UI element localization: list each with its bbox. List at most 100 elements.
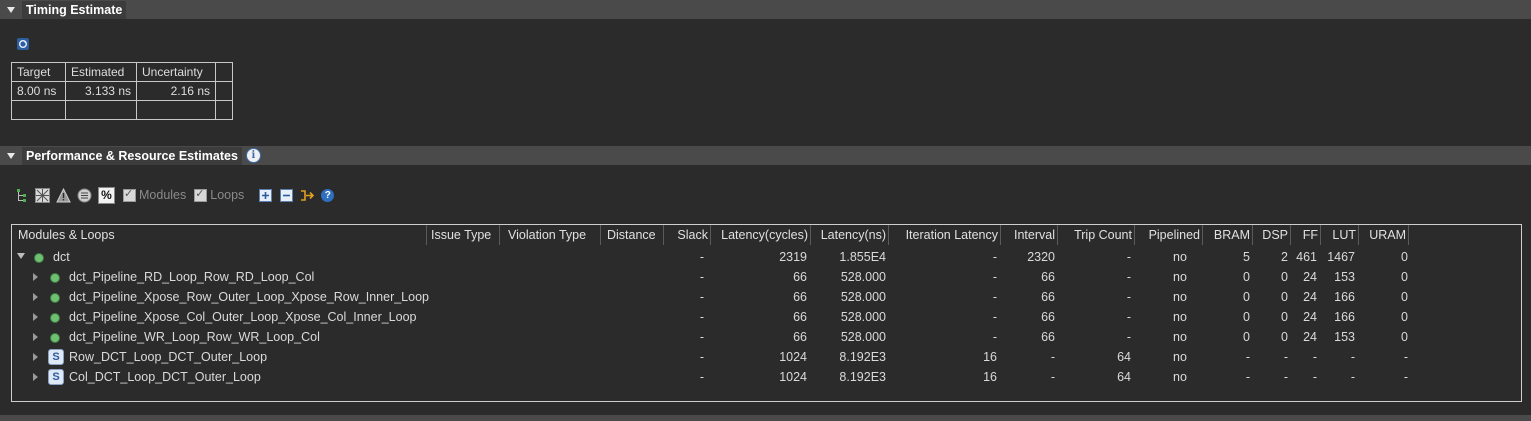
cell-uram: 0 xyxy=(1401,270,1408,284)
collapse-all-icon[interactable] xyxy=(279,188,294,203)
col-violation-type[interactable]: Violation Type xyxy=(500,225,601,245)
cell-uram: 0 xyxy=(1401,330,1408,344)
cell-iter-lat: - xyxy=(992,310,997,324)
cell-lat-cycles: 66 xyxy=(793,330,807,344)
cell-lat-cycles: 66 xyxy=(793,290,807,304)
warning-icon[interactable] xyxy=(56,187,71,203)
cell-lut: 166 xyxy=(1334,290,1355,304)
cell-trip: - xyxy=(1126,250,1131,264)
col-issue-type[interactable]: Issue Type xyxy=(427,225,500,245)
col-interval[interactable]: Interval xyxy=(1001,225,1058,245)
cell-uram: 0 xyxy=(1401,250,1408,264)
performance-grid: Modules & Loops Issue Type Violation Typ… xyxy=(11,224,1522,402)
col-dsp[interactable]: DSP xyxy=(1253,225,1291,245)
resource-icon[interactable] xyxy=(77,188,92,203)
collapse-triangle-icon[interactable] xyxy=(7,152,15,159)
timing-cell-blank xyxy=(11,100,66,120)
cell-trip: - xyxy=(1126,310,1131,324)
timing-cell-blank xyxy=(136,100,216,120)
expand-triangle-icon[interactable] xyxy=(17,253,25,259)
col-modules-loops[interactable]: Modules & Loops xyxy=(12,225,427,245)
cell-lat-ns: 528.000 xyxy=(840,330,886,344)
module-row[interactable]: dct_Pipeline_WR_Loop_Row_WR_Loop_Col - 66 5… xyxy=(12,327,1521,347)
module-row[interactable]: dct_Pipeline_Xpose_Col_Outer_Loop_Xpose_… xyxy=(12,307,1521,327)
cell-lut: - xyxy=(1350,350,1355,364)
col-bram[interactable]: BRAM xyxy=(1203,225,1253,245)
cell-lat-ns: 1.855E4 xyxy=(839,250,886,264)
col-pipelined[interactable]: Pipelined xyxy=(1135,225,1203,245)
cell-interval: 66 xyxy=(1041,270,1055,284)
cell-slack: - xyxy=(699,290,704,304)
refresh-icon[interactable] xyxy=(17,38,29,50)
cell-interval: 66 xyxy=(1041,290,1055,304)
checkbox-check-icon[interactable] xyxy=(123,187,136,202)
col-slack[interactable]: Slack xyxy=(664,225,711,245)
collapsed-triangle-icon[interactable] xyxy=(33,293,38,301)
cell-iter-lat: - xyxy=(992,330,997,344)
modules-checkbox[interactable]: Modules xyxy=(123,187,186,202)
cell-lat-cycles: 1024 xyxy=(779,370,807,384)
cell-lat-ns: 8.192E3 xyxy=(839,350,886,364)
timing-cell-blank xyxy=(215,100,233,120)
module-status-icon xyxy=(50,313,60,323)
module-row[interactable]: dct_Pipeline_RD_Loop_Row_RD_Loop_Col - 66 5… xyxy=(12,267,1521,287)
cell-lut: 153 xyxy=(1334,270,1355,284)
cell-lat-ns: 8.192E3 xyxy=(839,370,886,384)
timing-estimate-title: Timing Estimate xyxy=(22,0,127,19)
percent-icon[interactable]: % xyxy=(98,186,115,204)
row-name: dct_Pipeline_Xpose_Row_Outer_Loop_Xpose_… xyxy=(69,290,429,304)
collapsed-triangle-icon[interactable] xyxy=(33,313,38,321)
row-name: Col_DCT_Loop_DCT_Outer_Loop xyxy=(69,370,261,384)
collapsed-triangle-icon[interactable] xyxy=(33,373,38,381)
collapsed-triangle-icon[interactable] xyxy=(33,353,38,361)
loops-checkbox[interactable]: Loops xyxy=(194,187,245,202)
row-name: Row_DCT_Loop_DCT_Outer_Loop xyxy=(69,350,268,364)
cell-slack: - xyxy=(699,270,704,284)
cell-interval: 2320 xyxy=(1027,250,1055,264)
cell-interval: 66 xyxy=(1041,310,1055,324)
cell-iter-lat: 16 xyxy=(983,350,997,364)
col-uram[interactable]: URAM xyxy=(1359,225,1409,245)
cell-iter-lat: - xyxy=(992,270,997,284)
col-iteration-latency[interactable]: Iteration Latency xyxy=(889,225,1001,245)
checkbox-check-icon[interactable] xyxy=(194,187,208,202)
module-status-icon xyxy=(50,293,60,303)
cell-slack: - xyxy=(699,310,704,324)
grid-pattern-icon[interactable] xyxy=(35,187,50,203)
cell-lut: 153 xyxy=(1334,330,1355,344)
timing-estimate-header[interactable]: Timing Estimate xyxy=(0,0,1531,19)
cell-uram: 0 xyxy=(1401,290,1408,304)
collapse-triangle-icon[interactable] xyxy=(7,6,15,13)
module-row[interactable]: dct_Pipeline_Xpose_Row_Outer_Loop_Xpose_… xyxy=(12,287,1521,307)
expand-all-icon[interactable] xyxy=(258,188,273,203)
timing-cell-target: 8.00 ns xyxy=(11,81,66,101)
col-trip-count[interactable]: Trip Count xyxy=(1058,225,1135,245)
collapsed-triangle-icon[interactable] xyxy=(33,273,38,281)
loop-row[interactable]: S Row_DCT_Loop_DCT_Outer_Loop - 1024 8.192E3… xyxy=(12,347,1521,367)
col-distance[interactable]: Distance xyxy=(601,225,664,245)
cell-iter-lat: - xyxy=(992,250,997,264)
row-name: dct_Pipeline_RD_Loop_Row_RD_Loop_Col xyxy=(69,270,315,284)
loops-checkbox-label: Loops xyxy=(210,188,245,202)
row-name: dct xyxy=(53,250,70,264)
performance-header[interactable]: Performance & Resource Estimates i xyxy=(0,146,1531,165)
col-lut[interactable]: LUT xyxy=(1321,225,1359,245)
col-latency-cycles[interactable]: Latency(cycles) xyxy=(711,225,811,245)
module-row[interactable]: dct -2319 1.855E4-2320- no 5 2 461 1467 0 xyxy=(12,247,1521,267)
cell-lat-ns: 528.000 xyxy=(840,290,886,304)
cell-lat-cycles: 66 xyxy=(793,310,807,324)
col-ff[interactable]: FF xyxy=(1291,225,1321,245)
timing-table: Target Estimated Uncertainty 8.00 ns 3.1… xyxy=(11,62,233,120)
col-latency-ns[interactable]: Latency(ns) xyxy=(811,225,889,245)
cell-uram: - xyxy=(1403,370,1408,384)
loop-row[interactable]: S Col_DCT_Loop_DCT_Outer_Loop - 1024 8.192E3… xyxy=(12,367,1521,387)
hierarchy-icon[interactable] xyxy=(14,188,29,203)
cell-trip: - xyxy=(1126,290,1131,304)
info-icon[interactable]: i xyxy=(245,148,261,163)
collapsed-triangle-icon[interactable] xyxy=(33,333,38,341)
cell-slack: - xyxy=(699,350,704,364)
cell-trip: 64 xyxy=(1117,350,1131,364)
help-icon[interactable]: ? xyxy=(321,188,335,202)
cell-iter-lat: 16 xyxy=(983,370,997,384)
goto-source-icon[interactable] xyxy=(300,188,315,203)
